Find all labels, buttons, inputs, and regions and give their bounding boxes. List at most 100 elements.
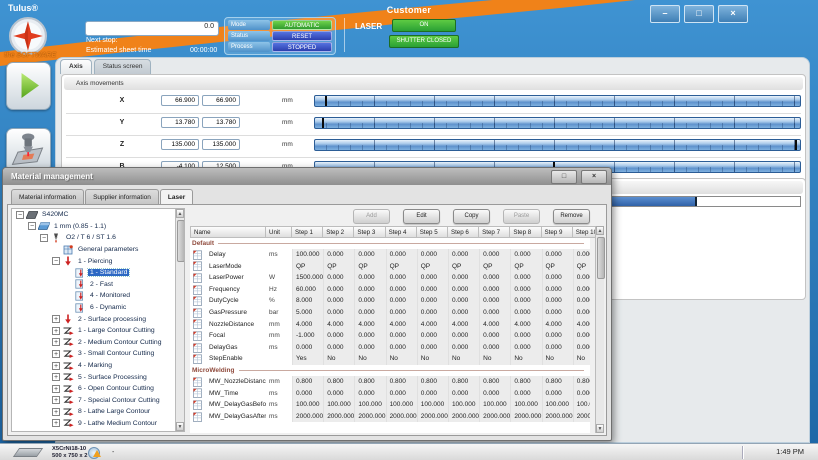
expand-icon[interactable]: + [52,396,60,404]
axis-actual-field[interactable]: 66.900 [161,95,199,106]
table-row-dutycycle[interactable]: DutyCycle%8.0000.0000.0000.0000.0000.000… [190,295,590,307]
collapse-icon[interactable]: − [40,234,48,242]
scroll-down-icon[interactable]: ▼ [596,424,604,433]
axis-actual-field[interactable]: 13.780 [161,117,199,128]
column-header-step-7[interactable]: Step 7 [479,226,510,238]
edit-button[interactable]: Edit [403,209,440,224]
table-row-nozzledistance[interactable]: NozzleDistancemm4.0004.0004.0004.0004.00… [190,319,590,331]
axis-target-field[interactable]: 66.900 [202,95,240,106]
table-row-laserpower[interactable]: LaserPowerW1500.0000.0000.0000.0000.0000… [190,272,590,284]
expand-icon[interactable]: + [52,431,60,432]
scrollbar-thumb[interactable] [597,237,605,279]
tree-item-4-marking[interactable]: +4 - Marking [12,360,184,372]
laser-shutter-button[interactable]: SHUTTER CLOSED [389,35,459,48]
column-header-unit[interactable]: Unit [266,226,292,238]
tab-axis[interactable]: Axis [60,59,92,74]
parameter-name-cell: Frequency [190,284,266,296]
parameter-name-cell: DelayGas [190,342,266,354]
table-scrollbar[interactable]: ▲ ▼ [595,226,604,433]
tree-item-9-lathe-medium-contour[interactable]: +9 - Lathe Medium Contour [12,418,184,430]
table-row-stepenable[interactable]: StepEnableYesNoNoNoNoNoNoNoNoNo [190,353,590,365]
expand-icon[interactable]: + [52,362,60,370]
column-header-step-6[interactable]: Step 6 [448,226,479,238]
column-header-step-8[interactable]: Step 8 [510,226,541,238]
dialog-tab-laser[interactable]: Laser [160,189,193,204]
axis-actual-field[interactable]: 135.000 [161,139,199,150]
tree-item-5-surface-processing[interactable]: +5 - Surface Processing [12,371,184,383]
tree-item-1-standard[interactable]: 1 - Standard [12,267,184,279]
step-5-value: 0.000 [417,307,448,319]
table-row-delay[interactable]: Delayms100.0000.0000.0000.0000.0000.0000… [190,249,590,261]
expand-icon[interactable]: + [52,315,60,323]
tree-item-1-mm-0-85-1-1[interactable]: −1 mm (0.85 - 1.1) [12,221,184,233]
tree-item-6-open-contour-cutting[interactable]: +6 - Open Contour Cutting [12,383,184,395]
laser-on-button[interactable]: ON [392,19,456,32]
tree-item-o2-t-6-st-1-6[interactable]: −O2 / T 6 / ST 1.6 [12,232,184,244]
dialog-close-button[interactable]: × [581,170,607,184]
maximize-button[interactable]: □ [684,5,714,23]
expand-icon[interactable]: + [52,327,60,335]
column-header-step-4[interactable]: Step 4 [386,226,417,238]
column-header-step-1[interactable]: Step 1 [292,226,323,238]
axis-target-field[interactable]: 135.000 [202,139,240,150]
axis-target-field[interactable]: 13.780 [202,117,240,128]
tree-item-8-lathe-large-contour[interactable]: +8 - Lathe Large Contour [12,406,184,418]
copy-button[interactable]: Copy [453,209,490,224]
parameter-name: StepEnable [209,353,243,365]
expand-icon[interactable]: + [52,350,60,358]
scroll-up-icon[interactable]: ▲ [596,226,604,235]
remove-button[interactable]: Remove [553,209,590,224]
collapse-icon[interactable]: − [52,257,60,265]
table-row-mw-delaygasafter[interactable]: MW_DelayGasAfterms2000.0002000.0002000.0… [190,411,590,423]
laser-head-button[interactable] [6,128,51,172]
step-2-value: 0.000 [323,272,354,284]
table-row-gaspressure[interactable]: GasPressurebar5.0000.0000.0000.0000.0000… [190,307,590,319]
expand-icon[interactable]: + [52,385,60,393]
tree-item-2-medium-contour-cutting[interactable]: +2 - Medium Contour Cutting [12,337,184,349]
scroll-down-icon[interactable]: ▼ [176,422,184,431]
column-header-name[interactable]: Name [190,226,266,238]
table-row-mw-time[interactable]: MW_Timems0.0000.0000.0000.0000.0000.0000… [190,388,590,400]
table-row-lasermode[interactable]: LaserModeQPQPQPQPQPQPQPQPQPQP [190,261,590,273]
axis-position-ruler [314,95,801,107]
dialog-tab-material-information[interactable]: Material information [11,189,84,204]
tree-item-6-dynamic[interactable]: 6 - Dynamic [12,302,184,314]
tree-item-2-fast[interactable]: 2 - Fast [12,279,184,291]
column-header-step-3[interactable]: Step 3 [354,226,385,238]
tree-item-4-monitored[interactable]: 4 - Monitored [12,290,184,302]
scroll-up-icon[interactable]: ▲ [176,209,184,218]
minimize-button[interactable]: – [650,5,680,23]
tree-item-2-surface-processing[interactable]: +2 - Surface processing [12,313,184,325]
collapse-icon[interactable]: − [28,222,36,230]
tree-item-7-special-contour-cutting[interactable]: +7 - Special Contour Cutting [12,395,184,407]
expand-icon[interactable]: + [52,373,60,381]
scrollbar-thumb[interactable] [177,220,185,262]
tree-item-10-lathe-small-contour[interactable]: +10 - Lathe Small Contour [12,429,184,432]
table-row-delaygas[interactable]: DelayGasms0.0000.0000.0000.0000.0000.000… [190,342,590,354]
counter-field[interactable]: 0.0 [85,21,219,36]
tree-item-s420mc[interactable]: −S420MC [12,209,184,221]
dialog-tab-supplier-information[interactable]: Supplier information [85,189,159,204]
tree-item-1-large-contour-cutting[interactable]: +1 - Large Contour Cutting [12,325,184,337]
tree-item-general-parameters[interactable]: General parameters [12,244,184,256]
clock: 1:49 PM [776,447,804,456]
collapse-icon[interactable]: − [16,211,24,219]
dialog-restore-button[interactable]: □ [551,170,577,184]
tree-item-3-small-contour-cutting[interactable]: +3 - Small Contour Cutting [12,348,184,360]
table-row-frequency[interactable]: FrequencyHz60.0000.0000.0000.0000.0000.0… [190,284,590,296]
column-header-step-5[interactable]: Step 5 [417,226,448,238]
tab-status-screen[interactable]: Status screen [94,59,152,74]
table-row-focal[interactable]: Focalmm-1.0000.0000.0000.0000.0000.0000.… [190,330,590,342]
expand-icon[interactable]: + [52,338,60,346]
column-header-step-2[interactable]: Step 2 [323,226,354,238]
tree-scrollbar[interactable]: ▲ ▼ [175,209,184,431]
column-header-step-9[interactable]: Step 9 [542,226,573,238]
expand-icon[interactable]: + [52,408,60,416]
tree-item-1-piercing[interactable]: −1 - Piercing [12,255,184,267]
step-2-value: 0.000 [323,388,354,400]
table-row-mw-delaygasbefore[interactable]: MW_DelayGasBeforems100.000100.000100.000… [190,399,590,411]
close-button[interactable]: × [718,5,748,23]
expand-icon[interactable]: + [52,419,60,427]
start-button[interactable] [6,62,51,110]
table-row-mw-nozzledistance[interactable]: MW_NozzleDistancemm0.8000.8000.8000.8000… [190,376,590,388]
